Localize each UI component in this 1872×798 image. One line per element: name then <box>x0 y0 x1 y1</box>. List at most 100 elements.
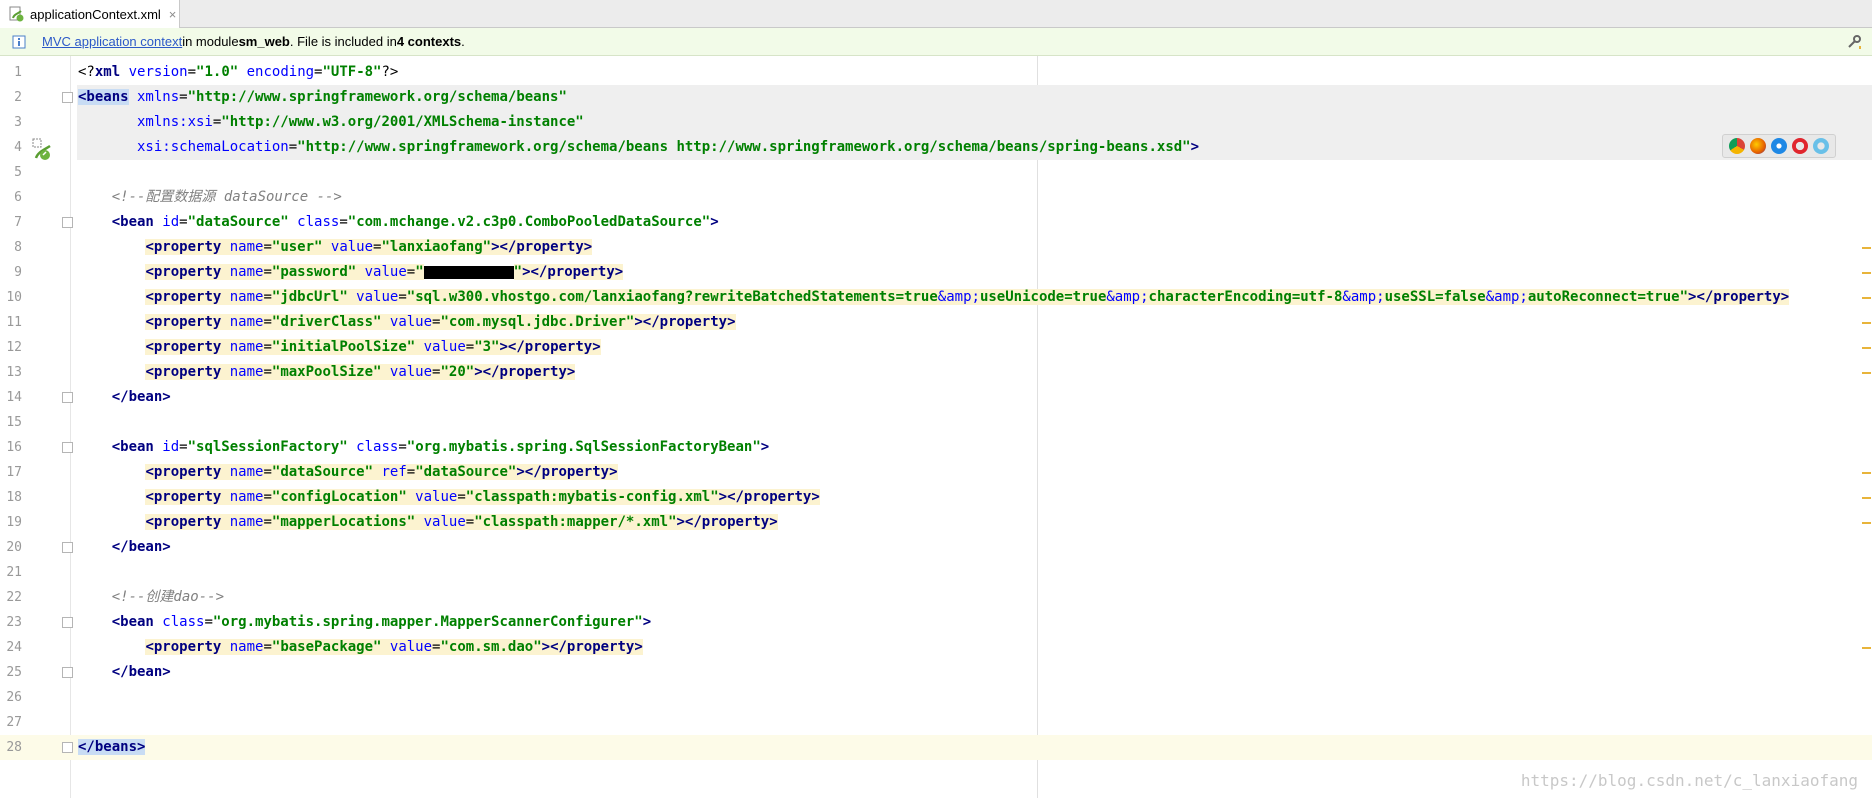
code-line[interactable]: 6 <!--配置数据源 dataSource --> <box>0 185 1872 210</box>
line-number: 2 <box>14 90 22 105</box>
firefox-icon[interactable] <box>1750 138 1767 154</box>
code-token: "3" <box>474 339 500 355</box>
code-line[interactable]: 22 <!--创建dao--> <box>0 585 1872 610</box>
line-number: 18 <box>6 490 22 505</box>
code-token: useSSL=false <box>1384 289 1486 305</box>
notification-text-2: . File is included in <box>289 34 397 49</box>
code-line[interactable]: 3 xmlns:xsi="http://www.w3.org/2001/XMLS… <box>0 110 1872 135</box>
line-number: 17 <box>6 465 22 480</box>
code-text: <?xml version="1.0" encoding="UTF-8"?> <box>78 60 398 85</box>
warning-stripe-marker[interactable] <box>1862 372 1871 374</box>
code-line[interactable]: 10 <property name="jdbcUrl" value="sql.w… <box>0 285 1872 310</box>
code-token: name <box>221 364 264 380</box>
tab-close-icon[interactable]: × <box>169 7 177 22</box>
warning-stripe-marker[interactable] <box>1862 522 1871 524</box>
code-line[interactable]: 21 <box>0 560 1872 585</box>
fold-marker-icon[interactable] <box>62 617 73 628</box>
code-line[interactable]: 27 <box>0 710 1872 735</box>
warning-stripe-marker[interactable] <box>1862 497 1871 499</box>
line-number: 25 <box>6 665 22 680</box>
code-token: <bean <box>78 214 154 230</box>
code-line[interactable]: 11 <property name="driverClass" value="c… <box>0 310 1872 335</box>
code-line[interactable]: 2 <beans xmlns="http://www.springframewor… <box>0 85 1872 110</box>
line-number: 22 <box>6 590 22 605</box>
code-line[interactable]: 9 <property name="password" value=" "></p… <box>0 260 1872 285</box>
code-token: "sql.w300.vhostgo.com/lanxiaofang?rewrit… <box>406 289 938 305</box>
fold-marker-icon[interactable] <box>62 667 73 678</box>
watermark-url: https://blog.csdn.net/c_lanxiaofang <box>1520 771 1858 790</box>
info-icon <box>12 35 26 49</box>
code-token: = <box>179 89 188 105</box>
code-line[interactable]: 7 <bean id="dataSource" class="com.mchan… <box>0 210 1872 235</box>
code-token: = <box>263 464 272 480</box>
warning-stripe-marker[interactable] <box>1862 322 1871 324</box>
code-token: ></property> <box>474 364 576 380</box>
editor-tab-bar: applicationContext.xml × <box>0 0 1872 28</box>
code-token: > <box>710 214 719 230</box>
code-line[interactable]: 12 <property name="initialPoolSize" valu… <box>0 335 1872 360</box>
code-line[interactable]: 20 </bean> <box>0 535 1872 560</box>
code-token: <!--创建dao--> <box>78 589 225 605</box>
ie-icon[interactable] <box>1812 138 1829 154</box>
fold-marker-icon[interactable] <box>62 542 73 553</box>
code-token: &amp; <box>937 289 980 305</box>
code-line[interactable]: 17 <property name="dataSource" ref="data… <box>0 460 1872 485</box>
context-notification-bar: MVC application context in module sm_web… <box>0 28 1872 56</box>
fold-marker-icon[interactable] <box>62 392 73 403</box>
fold-marker-icon[interactable] <box>62 217 73 228</box>
spring-bean-gutter-icon[interactable] <box>32 138 54 162</box>
code-line[interactable]: 28 </beans> <box>0 735 1872 760</box>
line-number: 23 <box>6 615 22 630</box>
safari-icon[interactable] <box>1770 138 1787 154</box>
code-line[interactable]: 8 <property name="user" value="lanxiaofa… <box>0 235 1872 260</box>
code-token: ></property> <box>541 639 643 655</box>
code-token: = <box>465 339 475 355</box>
code-line[interactable]: 15 <box>0 410 1872 435</box>
browser-preview-toolbar <box>1722 134 1836 158</box>
warning-stripe-marker[interactable] <box>1862 472 1871 474</box>
code-token: = <box>179 214 188 230</box>
code-token: name <box>221 514 264 530</box>
code-token: "com.sm.dao" <box>440 639 542 655</box>
code-line[interactable]: 18 <property name="configLocation" value… <box>0 485 1872 510</box>
spring-xml-file-icon <box>8 6 24 22</box>
code-text: xsi:schemaLocation="http://www.springfra… <box>78 135 1199 160</box>
code-token: = <box>406 464 416 480</box>
code-token: = <box>339 214 348 230</box>
fold-marker-icon[interactable] <box>62 742 73 753</box>
code-line[interactable]: 23 <bean class="org.mybatis.spring.mappe… <box>0 610 1872 635</box>
code-token: "dataSource" <box>415 464 517 480</box>
line-number: 16 <box>6 440 22 455</box>
code-line[interactable]: 4 xsi:schemaLocation="http://www.springf… <box>0 135 1872 160</box>
code-line[interactable]: 19 <property name="mapperLocations" valu… <box>0 510 1872 535</box>
wrench-icon[interactable] <box>1846 34 1862 50</box>
mvc-application-context-link[interactable]: MVC application context <box>42 34 182 49</box>
warning-stripe-marker[interactable] <box>1862 272 1871 274</box>
warning-stripe-marker[interactable] <box>1862 247 1871 249</box>
fold-marker-icon[interactable] <box>62 442 73 453</box>
code-token: = <box>263 239 272 255</box>
code-token: <property <box>145 264 222 280</box>
opera-icon[interactable] <box>1791 138 1808 154</box>
code-line[interactable]: 1 <?xml version="1.0" encoding="UTF-8"?> <box>0 60 1872 85</box>
code-line[interactable]: 13 <property name="maxPoolSize" value="2… <box>0 360 1872 385</box>
code-line[interactable]: 26 <box>0 685 1872 710</box>
chrome-icon[interactable] <box>1729 138 1746 154</box>
warning-stripe-marker[interactable] <box>1862 647 1871 649</box>
warning-stripe-marker[interactable] <box>1862 297 1871 299</box>
tab-applicationcontext-xml[interactable]: applicationContext.xml × <box>0 0 180 28</box>
code-token: value <box>415 514 466 530</box>
code-line[interactable]: 25 </bean> <box>0 660 1872 685</box>
warning-stripe-marker[interactable] <box>1862 347 1871 349</box>
code-line[interactable]: 14 </bean> <box>0 385 1872 410</box>
code-editor[interactable]: 1 <?xml version = "1.0" encoding = "UTF-8"?> 2… <box>0 56 1872 798</box>
code-token: = <box>398 289 407 305</box>
code-token: "mapperLocations" <box>271 514 416 530</box>
code-token: > <box>642 614 652 630</box>
code-line[interactable]: 16 <bean id="sqlSessionFactory" class="o… <box>0 435 1872 460</box>
code-line[interactable]: 24 <property name="basePackage" value="c… <box>0 635 1872 660</box>
code-line[interactable]: 5 <box>0 160 1872 185</box>
fold-marker-icon[interactable] <box>62 92 73 103</box>
